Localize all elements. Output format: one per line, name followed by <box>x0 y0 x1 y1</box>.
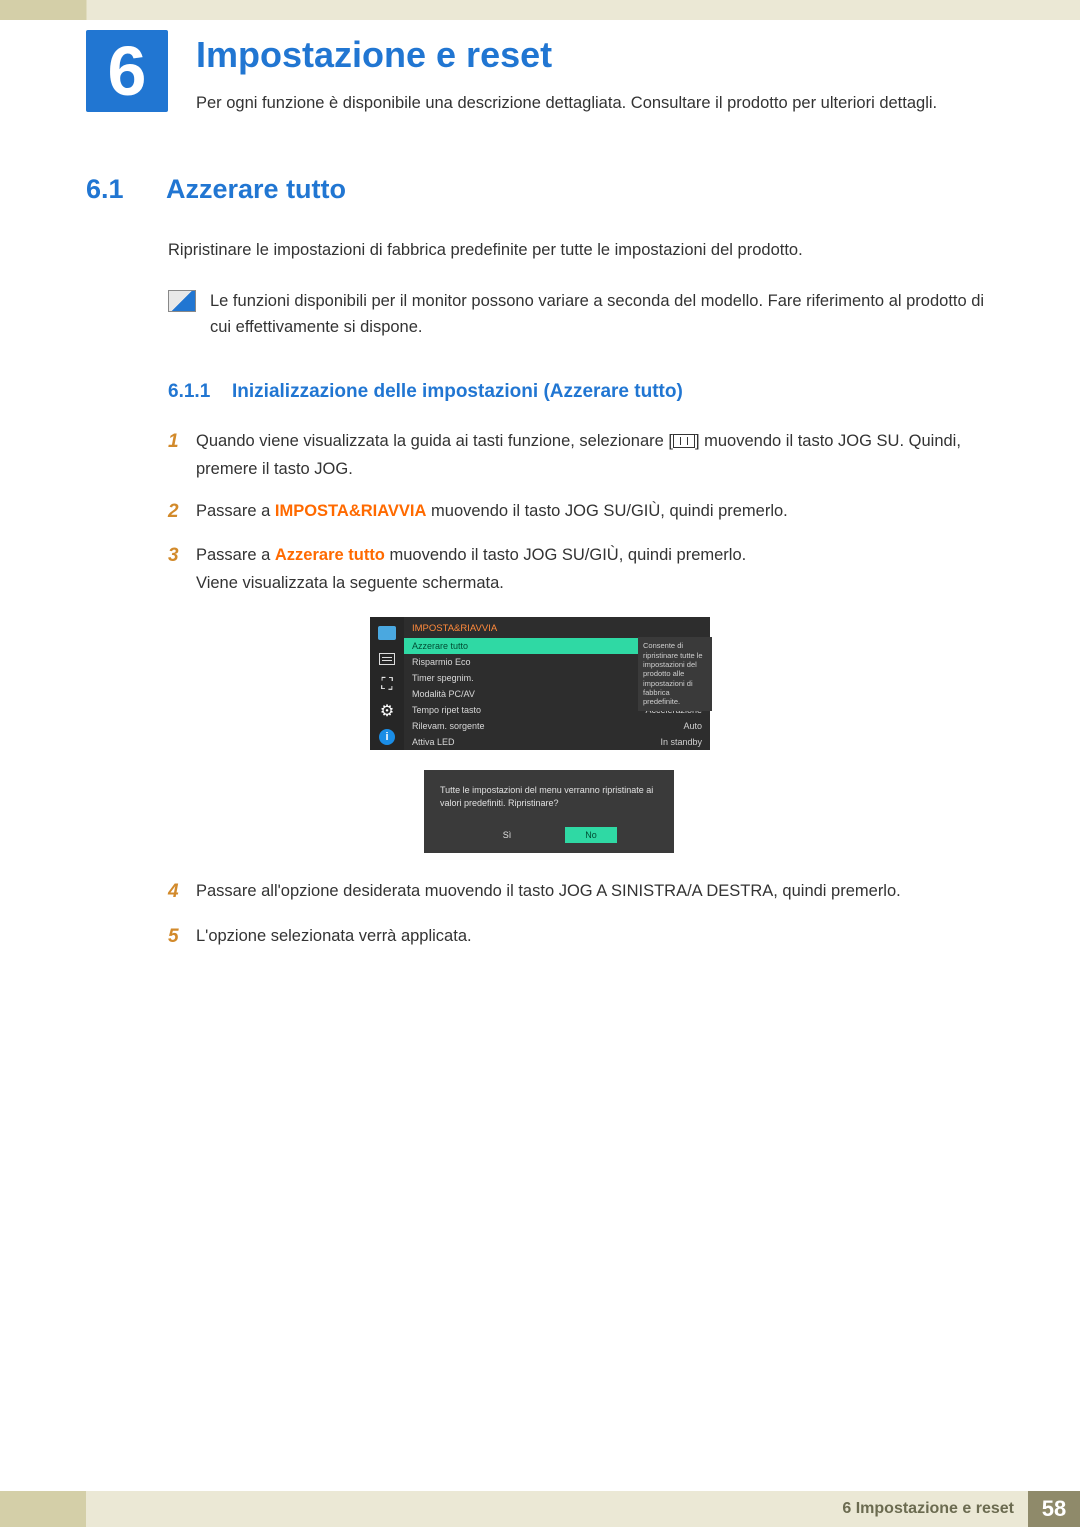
dialog-yes-button: Sì <box>481 827 533 843</box>
info-icon: i <box>377 729 397 745</box>
page-footer: 6 Impostazione e reset 58 <box>0 1491 1080 1527</box>
section-intro: Ripristinare le impostazioni di fabbrica… <box>168 237 1000 263</box>
resize-icon: ⛶ <box>377 677 397 693</box>
dialog-text: Tutte le impostazioni del menu verranno … <box>440 784 658 809</box>
step-number: 5 <box>168 922 196 952</box>
footer-accent <box>0 1491 86 1527</box>
subsection-heading: 6.1.1 Inizializzazione delle impostazion… <box>168 381 1080 403</box>
steps-list: 1 Quando viene visualizzata la guida ai … <box>168 427 1000 598</box>
step-number: 4 <box>168 877 196 907</box>
osd-screenshot: ⛶ ⚙ i IMPOSTA&RIAVVIA Azzerare tutto Ris… <box>370 617 710 853</box>
chapter-title: Impostazione e reset <box>196 34 937 76</box>
step-3: 3 Passare a Azzerare tutto muovendo il t… <box>168 541 1000 597</box>
section-number: 6.1 <box>86 174 166 205</box>
step-text: L'opzione selezionata verrà applicata. <box>196 922 472 952</box>
chapter-header: 6 Impostazione e reset Per ogni funzione… <box>0 30 1080 116</box>
osd-row: Attiva LED In standby <box>404 734 710 750</box>
section-heading: 6.1 Azzerare tutto <box>86 174 1080 205</box>
osd-info-panel: Consente di ripristinare tutte le impost… <box>638 637 712 711</box>
osd-row-value: Auto <box>683 721 702 731</box>
step-4: 4 Passare all'opzione desiderata muovend… <box>168 877 1000 907</box>
picture-icon <box>377 625 397 641</box>
list-icon <box>377 651 397 667</box>
dialog-no-button: No <box>565 827 617 843</box>
osd-main: IMPOSTA&RIAVVIA Azzerare tutto Risparmio… <box>404 617 710 750</box>
osd-row-label: Attiva LED <box>412 737 455 747</box>
step-1: 1 Quando viene visualizzata la guida ai … <box>168 427 1000 483</box>
step-text: Passare a Azzerare tutto muovendo il tas… <box>196 541 746 597</box>
step-text: Passare a IMPOSTA&RIAVVIA muovendo il ta… <box>196 497 788 527</box>
step-number: 3 <box>168 541 196 597</box>
settings-icon: ⚙ <box>377 703 397 719</box>
osd-sidebar: ⛶ ⚙ i <box>370 617 404 750</box>
osd-title: IMPOSTA&RIAVVIA <box>404 617 710 638</box>
step-text: Quando viene visualizzata la guida ai ta… <box>196 427 1000 483</box>
osd-row-label: Timer spegnim. <box>412 673 474 683</box>
osd-row-label: Tempo ripet tasto <box>412 705 481 715</box>
note-icon <box>168 290 196 312</box>
osd-row-label: Rilevam. sorgente <box>412 721 485 731</box>
top-bar <box>0 0 1080 20</box>
step-number: 2 <box>168 497 196 527</box>
subsection-title: Inizializzazione delle impostazioni (Azz… <box>232 381 683 403</box>
osd-row-value: In standby <box>660 737 702 747</box>
note-block: Le funzioni disponibili per il monitor p… <box>168 288 1000 341</box>
chapter-number: 6 <box>86 30 168 112</box>
step-text: Passare all'opzione desiderata muovendo … <box>196 877 901 907</box>
footer-text: 6 Impostazione e reset <box>86 1491 1028 1527</box>
step-2: 2 Passare a IMPOSTA&RIAVVIA muovendo il … <box>168 497 1000 527</box>
note-text: Le funzioni disponibili per il monitor p… <box>210 288 1000 341</box>
subsection-number: 6.1.1 <box>168 381 232 403</box>
osd-row-label: Azzerare tutto <box>412 641 468 651</box>
steps-list-cont: 4 Passare all'opzione desiderata muovend… <box>168 877 1000 952</box>
menu-button-icon <box>673 434 695 448</box>
osd-row-label: Risparmio Eco <box>412 657 471 667</box>
chapter-description: Per ogni funzione è disponibile una desc… <box>196 90 937 116</box>
page-number: 58 <box>1028 1491 1080 1527</box>
section-title: Azzerare tutto <box>166 174 346 205</box>
step-number: 1 <box>168 427 196 483</box>
step-5: 5 L'opzione selezionata verrà applicata. <box>168 922 1000 952</box>
confirm-dialog: Tutte le impostazioni del menu verranno … <box>424 770 674 853</box>
osd-row-label: Modalità PC/AV <box>412 689 475 699</box>
osd-row: Rilevam. sorgente Auto <box>404 718 710 734</box>
